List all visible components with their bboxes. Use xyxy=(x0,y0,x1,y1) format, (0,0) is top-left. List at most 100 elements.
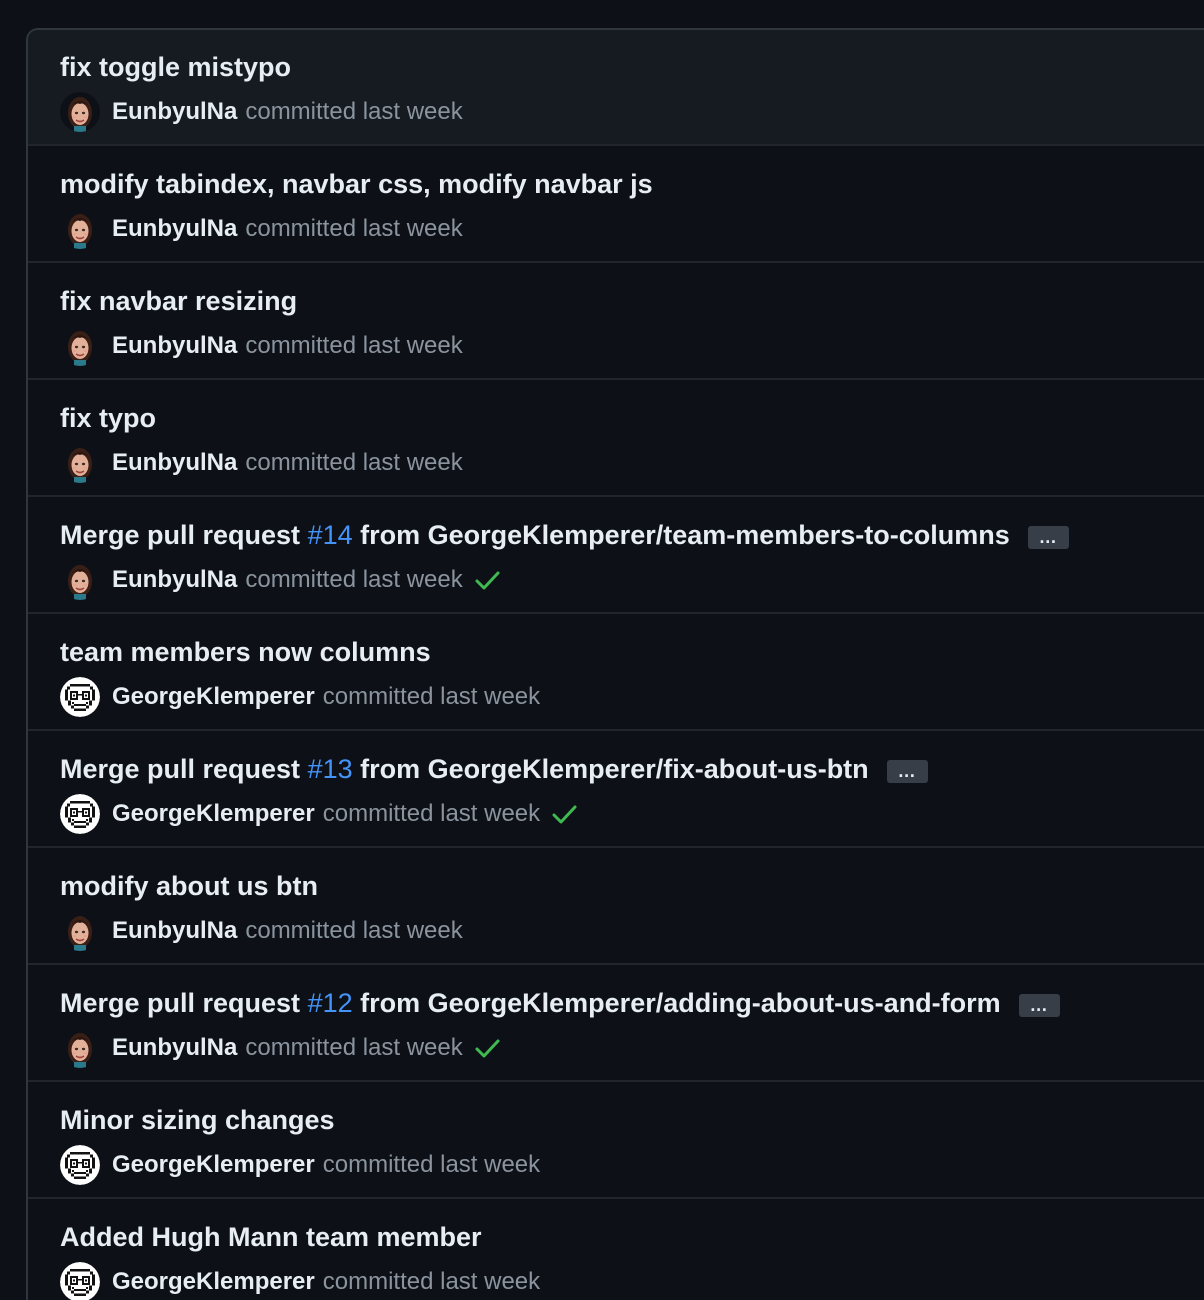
commit-title-link[interactable]: fix navbar resizing xyxy=(60,284,297,318)
expand-commit-message-button[interactable]: … xyxy=(886,759,928,783)
pull-request-link[interactable]: #13 xyxy=(308,754,353,784)
author-avatar[interactable] xyxy=(60,1145,100,1185)
author-avatar[interactable] xyxy=(60,443,100,483)
commit-title-text: modify tabindex, navbar css, modify navb… xyxy=(60,169,653,199)
commit-meta: GeorgeKlemperer committed last week xyxy=(60,1145,540,1185)
commit-title-line: Merge pull request #14 from GeorgeKlempe… xyxy=(60,518,1069,552)
commit-title-suffix: from GeorgeKlemperer/team-members-to-col… xyxy=(352,520,1010,550)
memoji-avatar-icon xyxy=(60,326,100,366)
commit-title-line: Merge pull request #13 from GeorgeKlempe… xyxy=(60,752,928,786)
author-avatar[interactable] xyxy=(60,92,100,132)
commit-title-link[interactable]: Merge pull request #13 from GeorgeKlempe… xyxy=(60,752,869,786)
commit-row: Merge pull request #12 from GeorgeKlempe… xyxy=(28,965,1204,1082)
commit-meta: EunbyulNa committed last week xyxy=(60,560,501,600)
commit-meta: GeorgeKlemperer committed last week xyxy=(60,794,578,834)
author-avatar[interactable] xyxy=(60,677,100,717)
commit-meta: EunbyulNa committed last week xyxy=(60,92,463,132)
commit-title-link[interactable]: Added Hugh Mann team member xyxy=(60,1220,482,1254)
ci-status-check[interactable] xyxy=(463,566,501,594)
author-link[interactable]: EunbyulNa xyxy=(112,1033,237,1063)
author-link[interactable]: EunbyulNa xyxy=(112,331,237,361)
author-link[interactable]: EunbyulNa xyxy=(112,214,237,244)
commit-title-text: modify about us btn xyxy=(60,871,318,901)
pixel-face-avatar-icon xyxy=(60,1145,100,1185)
author-link[interactable]: EunbyulNa xyxy=(112,97,237,127)
commit-time: committed last week xyxy=(245,917,463,944)
commit-row: Merge pull request #14 from GeorgeKlempe… xyxy=(28,497,1204,614)
author-link[interactable]: GeorgeKlemperer xyxy=(112,799,315,829)
commit-title-text: Merge pull request xyxy=(60,754,308,784)
commit-title-line: Added Hugh Mann team member xyxy=(60,1220,482,1254)
commit-meta: EunbyulNa committed last week xyxy=(60,326,463,366)
author-avatar[interactable] xyxy=(60,560,100,600)
author-avatar[interactable] xyxy=(60,1028,100,1068)
commit-row: Minor sizing changes GeorgeKlemperer com… xyxy=(28,1082,1204,1199)
commit-title-link[interactable]: Minor sizing changes xyxy=(60,1103,335,1137)
commit-title-link[interactable]: modify about us btn xyxy=(60,869,318,903)
commit-title-link[interactable]: team members now columns xyxy=(60,635,431,669)
pixel-face-avatar-icon xyxy=(60,677,100,717)
commit-title-text: fix typo xyxy=(60,403,157,433)
commit-row: fix typo EunbyulNa committed last week xyxy=(28,380,1204,497)
pixel-face-avatar-icon xyxy=(60,1262,100,1300)
commit-time: committed last week xyxy=(322,1151,541,1178)
commit-meta: EunbyulNa committed last week xyxy=(60,209,463,249)
commit-time: committed last week xyxy=(245,449,463,476)
memoji-avatar-icon xyxy=(60,560,100,600)
author-link[interactable]: EunbyulNa xyxy=(112,565,237,595)
author-avatar[interactable] xyxy=(60,794,100,834)
author-avatar[interactable] xyxy=(60,209,100,249)
commit-meta: GeorgeKlemperer committed last week xyxy=(60,677,540,717)
commit-time: committed last week xyxy=(245,566,463,593)
commit-row: Merge pull request #13 from GeorgeKlempe… xyxy=(28,731,1204,848)
commit-time: committed last week xyxy=(245,1034,463,1061)
memoji-avatar-icon xyxy=(60,443,100,483)
author-avatar[interactable] xyxy=(60,326,100,366)
commit-time: committed last week xyxy=(322,800,541,827)
pixel-face-avatar-icon xyxy=(60,794,100,834)
author-link[interactable]: EunbyulNa xyxy=(112,916,237,946)
author-avatar[interactable] xyxy=(60,1262,100,1300)
memoji-avatar-icon xyxy=(60,911,100,951)
expand-commit-message-button[interactable]: … xyxy=(1027,525,1069,549)
commit-title-link[interactable]: fix toggle mistypo xyxy=(60,50,291,84)
commit-title-suffix: from GeorgeKlemperer/adding-about-us-and… xyxy=(352,988,1001,1018)
commit-row: modify tabindex, navbar css, modify navb… xyxy=(28,146,1204,263)
commit-meta: EunbyulNa committed last week xyxy=(60,911,463,951)
commit-title-text: fix toggle mistypo xyxy=(60,52,292,82)
author-link[interactable]: GeorgeKlemperer xyxy=(112,682,315,712)
memoji-avatar-icon xyxy=(60,209,100,249)
author-link[interactable]: GeorgeKlemperer xyxy=(112,1150,315,1180)
author-avatar[interactable] xyxy=(60,911,100,951)
check-icon xyxy=(475,1039,500,1058)
commit-title-line: modify tabindex, navbar css, modify navb… xyxy=(60,167,653,201)
commit-time: committed last week xyxy=(322,683,541,710)
check-icon xyxy=(552,805,577,824)
author-link[interactable]: GeorgeKlemperer xyxy=(112,1267,315,1297)
commit-title-text: Minor sizing changes xyxy=(60,1105,335,1135)
commit-title-link[interactable]: modify tabindex, navbar css, modify navb… xyxy=(60,167,653,201)
pull-request-link[interactable]: #12 xyxy=(308,988,353,1018)
commit-title-text: Merge pull request xyxy=(60,520,308,550)
commit-title-line: fix toggle mistypo xyxy=(60,50,291,84)
commit-row: fix navbar resizing EunbyulNa committed … xyxy=(28,263,1204,380)
pull-request-link[interactable]: #14 xyxy=(308,520,353,550)
expand-commit-message-button[interactable]: … xyxy=(1018,993,1060,1017)
commit-time: committed last week xyxy=(245,215,463,242)
commit-title-link[interactable]: Merge pull request #14 from GeorgeKlempe… xyxy=(60,518,1010,552)
commit-row: Added Hugh Mann team member GeorgeKlempe… xyxy=(28,1199,1204,1300)
commit-meta: GeorgeKlemperer committed last week xyxy=(60,1262,540,1300)
ci-status-check[interactable] xyxy=(463,1034,501,1062)
commit-title-line: Merge pull request #12 from GeorgeKlempe… xyxy=(60,986,1060,1020)
author-link[interactable]: EunbyulNa xyxy=(112,448,237,478)
ci-status-check[interactable] xyxy=(540,800,578,828)
commit-meta: EunbyulNa committed last week xyxy=(60,1028,501,1068)
commit-time: committed last week xyxy=(322,1268,541,1295)
commit-title-line: fix navbar resizing xyxy=(60,284,297,318)
check-icon xyxy=(475,571,500,590)
commit-row: fix toggle mistypo EunbyulNa committed l… xyxy=(28,30,1204,146)
commit-title-link[interactable]: Merge pull request #12 from GeorgeKlempe… xyxy=(60,986,1001,1020)
commit-title-link[interactable]: fix typo xyxy=(60,401,156,435)
commit-title-line: modify about us btn xyxy=(60,869,318,903)
commit-title-line: fix typo xyxy=(60,401,156,435)
